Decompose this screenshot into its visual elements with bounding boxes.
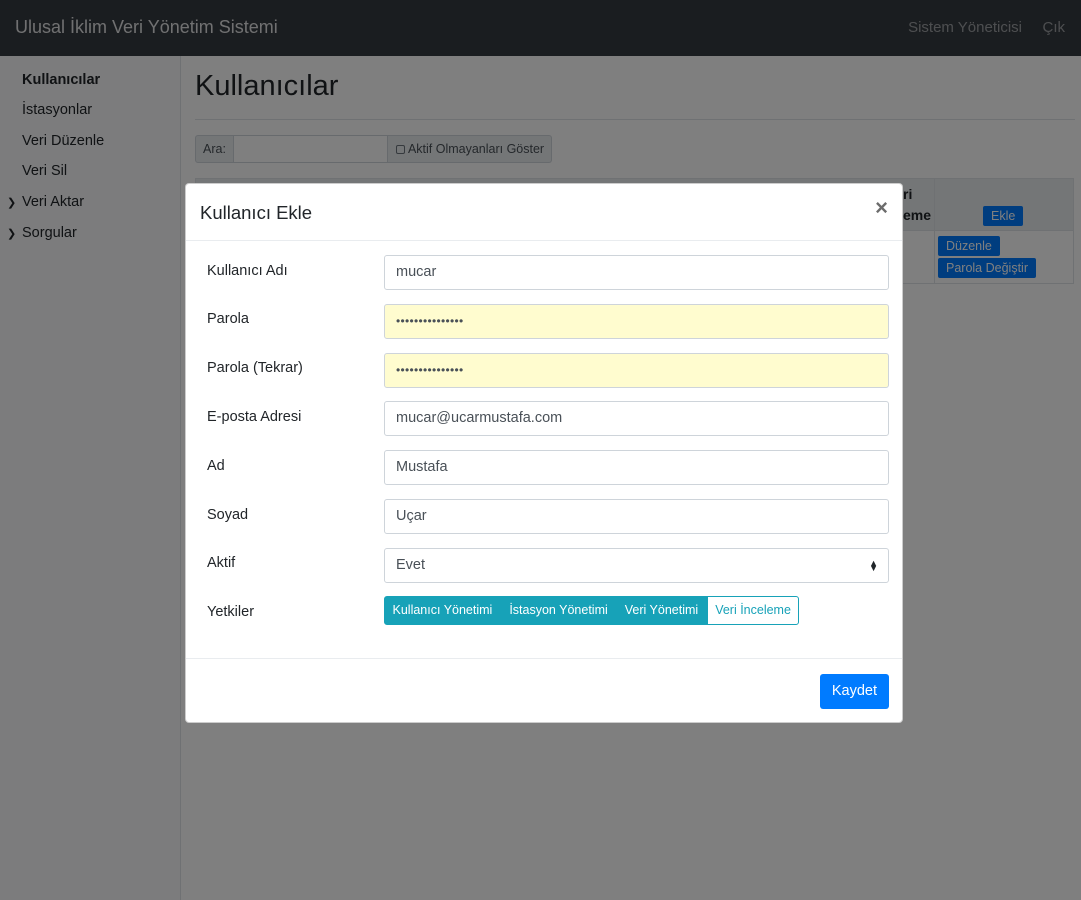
save-button[interactable]: Kaydet	[819, 674, 889, 709]
perm-user-management-toggle[interactable]: Kullanıcı Yönetimi	[384, 596, 501, 625]
close-icon[interactable]: ×	[875, 197, 888, 219]
perm-station-management-toggle[interactable]: İstasyon Yönetimi	[500, 596, 617, 625]
password-repeat-label: Parola (Tekrar)	[207, 360, 303, 376]
password-label: Parola	[207, 311, 249, 327]
username-label: Kullanıcı Adı	[207, 263, 288, 279]
modal-header: Kullanıcı Ekle ×	[186, 184, 902, 241]
active-select-value: Evet	[396, 557, 426, 573]
last-name-field[interactable]: Uçar	[384, 499, 889, 534]
permissions-button-group: Kullanıcı Yönetimi İstasyon Yönetimi Ver…	[384, 596, 800, 625]
modal-title: Kullanıcı Ekle	[200, 202, 313, 223]
email-label: E-posta Adresi	[207, 409, 302, 425]
add-user-modal: Kullanıcı Ekle × Kullanıcı Adı mucar Par…	[185, 183, 903, 723]
password-repeat-field[interactable]: •••••••••••••••	[384, 353, 889, 388]
active-select[interactable]: Evet ▲ ▼	[384, 548, 889, 583]
password-field[interactable]: •••••••••••••••	[384, 304, 889, 339]
first-name-label: Ad	[207, 458, 225, 474]
active-label: Aktif	[207, 555, 236, 571]
first-name-field[interactable]: Mustafa	[384, 450, 889, 485]
modal-footer: Kaydet	[186, 658, 902, 722]
permissions-label: Yetkiler	[207, 604, 255, 620]
caret-down-icon: ▼	[869, 563, 878, 573]
perm-data-management-toggle[interactable]: Veri Yönetimi	[616, 596, 707, 625]
username-field[interactable]: mucar	[384, 255, 889, 290]
email-field[interactable]: mucar@ucarmustafa.com	[384, 401, 889, 436]
perm-data-review-toggle[interactable]: Veri İnceleme	[706, 596, 800, 625]
last-name-label: Soyad	[207, 507, 249, 523]
